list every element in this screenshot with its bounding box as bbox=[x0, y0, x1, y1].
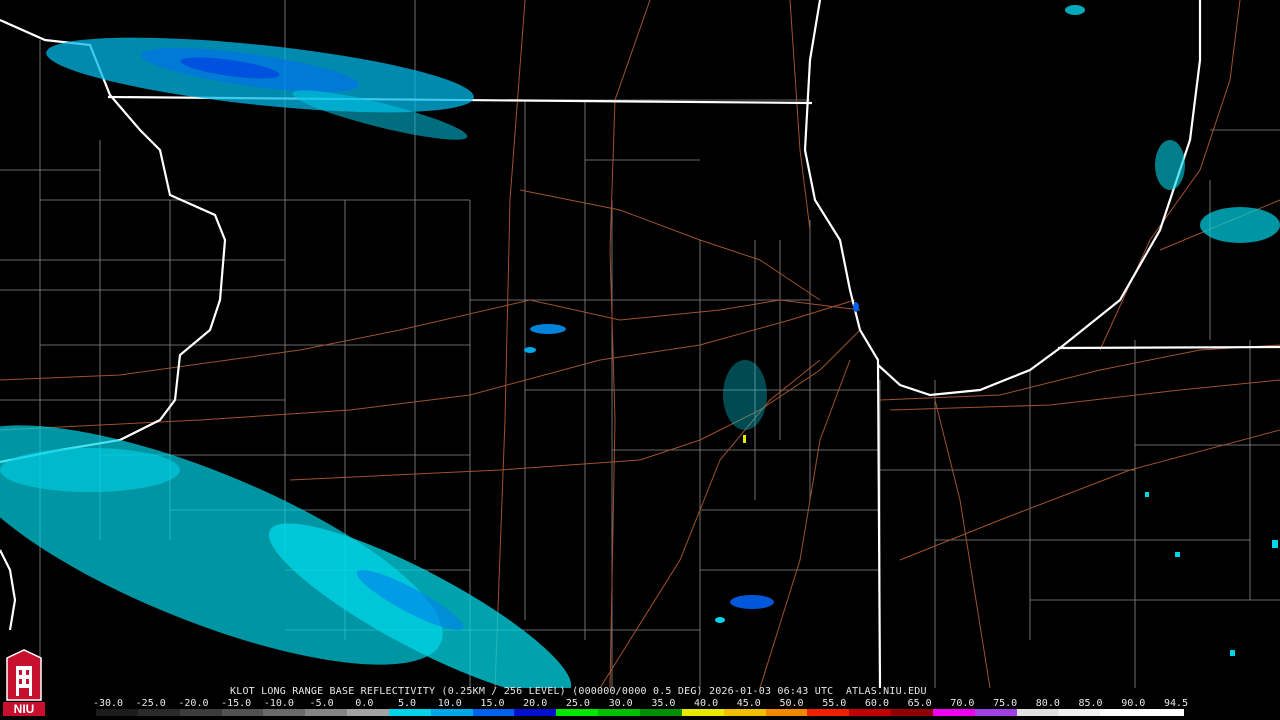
scale-tick-label: 30.0 bbox=[608, 698, 633, 709]
scale-tick-label: 65.0 bbox=[907, 698, 932, 709]
scale-tick-label: 85.0 bbox=[1078, 698, 1103, 709]
scale-tick-label: -30.0 bbox=[92, 698, 124, 709]
radar-map[interactable] bbox=[0, 0, 1280, 688]
scale-tick-label: 35.0 bbox=[651, 698, 676, 709]
colorbar-segment bbox=[598, 709, 640, 716]
scale-tick-label: 40.0 bbox=[694, 698, 719, 709]
scale-tick-label: -10.0 bbox=[263, 698, 294, 709]
colorbar-segment bbox=[137, 709, 180, 716]
colorbar-segment bbox=[430, 709, 473, 716]
radar-product-title: KLOT LONG RANGE BASE REFLECTIVITY (0.25K… bbox=[230, 686, 927, 697]
scale-tick-label: 60.0 bbox=[864, 698, 889, 709]
radar-echoes bbox=[0, 5, 1280, 688]
scale-tick-label: 0.0 bbox=[355, 698, 374, 709]
colorbar-segment bbox=[891, 709, 933, 716]
colorbar-segment bbox=[974, 709, 1017, 716]
colorbar-segment bbox=[179, 709, 222, 716]
colorbar-segment bbox=[1142, 709, 1184, 716]
scale-tick-label: -25.0 bbox=[135, 698, 166, 709]
colorbar-segment bbox=[263, 709, 306, 716]
colorbar-segment bbox=[514, 709, 557, 716]
colorbar-segment bbox=[765, 709, 808, 716]
reflectivity-colorbar bbox=[96, 709, 1184, 716]
colorbar-segment bbox=[681, 709, 724, 716]
scale-tick-label: 90.0 bbox=[1121, 698, 1146, 709]
colorbar-segment bbox=[221, 709, 264, 716]
colorbar-segment bbox=[1058, 709, 1101, 716]
colorbar-segment bbox=[1016, 709, 1059, 716]
scale-tick-label: -5.0 bbox=[309, 698, 334, 709]
scale-tick-label: 50.0 bbox=[779, 698, 804, 709]
colorbar-segment bbox=[723, 709, 766, 716]
colorbar-segment bbox=[932, 709, 975, 716]
colorbar-segment bbox=[1100, 709, 1143, 716]
colorbar-segment bbox=[639, 709, 682, 716]
scale-tick-label: 20.0 bbox=[523, 698, 548, 709]
scale-tick-label: 45.0 bbox=[736, 698, 761, 709]
scale-tick-label: 70.0 bbox=[950, 698, 975, 709]
scale-tick-label: 25.0 bbox=[565, 698, 590, 709]
colorbar-segment bbox=[472, 709, 515, 716]
scale-tick-label: 10.0 bbox=[437, 698, 462, 709]
scale-tick-label: 94.5 bbox=[1163, 698, 1189, 709]
scale-tick-label: 75.0 bbox=[993, 698, 1018, 709]
scale-tick-label: 80.0 bbox=[1035, 698, 1060, 709]
scale-tick-label: -20.0 bbox=[178, 698, 209, 709]
reflectivity-scale-labels: -30.0 -25.0 -20.0 -15.0 -10.0 -5.0 0.0 5.0 10.0 1… bbox=[0, 698, 1280, 709]
colorbar-segment bbox=[388, 709, 431, 716]
colorbar-segment bbox=[849, 709, 892, 716]
colorbar-segment bbox=[807, 709, 850, 716]
scale-tick-label: 5.0 bbox=[398, 698, 417, 709]
colorbar-segment bbox=[556, 709, 599, 716]
scale-tick-label: 15.0 bbox=[480, 698, 505, 709]
scale-tick-label: -15.0 bbox=[221, 698, 252, 709]
colorbar-segment bbox=[305, 709, 348, 716]
colorbar-segment bbox=[347, 709, 389, 716]
colorbar-segment bbox=[96, 709, 138, 716]
scale-tick-label: 55.0 bbox=[822, 698, 847, 709]
